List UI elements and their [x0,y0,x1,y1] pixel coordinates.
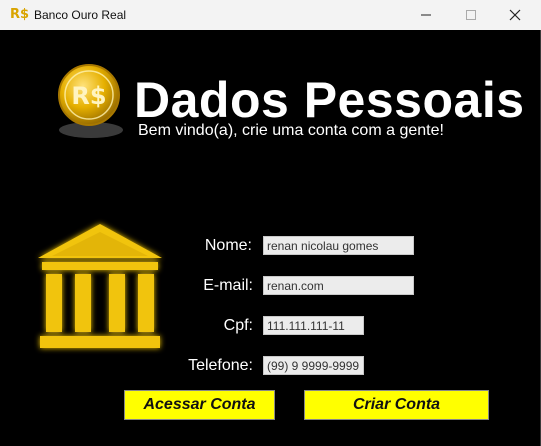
app-logo-icon: R$ [10,7,30,22]
minimize-button[interactable] [403,0,449,30]
window-title: Banco Ouro Real [34,8,127,22]
coin-logo-icon: R$ [58,64,123,138]
access-account-button[interactable]: Acessar Conta [124,390,275,420]
close-icon [509,9,521,21]
email-label: E-mail: [203,277,253,294]
cpf-label: Cpf: [223,317,253,334]
maximize-icon [466,10,476,20]
name-field[interactable] [263,236,414,255]
minimize-icon [421,14,431,16]
title-bar[interactable]: R$ Banco Ouro Real [0,0,541,30]
phone-field[interactable] [263,356,364,375]
email-field[interactable] [263,276,414,295]
bank-icon [38,224,162,348]
phone-label: Telefone: [188,357,253,374]
page-title: Dados Pessoais [134,72,525,128]
cpf-field[interactable] [263,316,364,335]
create-account-button[interactable]: Criar Conta [304,390,489,420]
close-button[interactable] [492,0,538,30]
app-window: R$ Banco Ouro Real R$ Dados Pessoais Bem… [0,0,541,446]
maximize-button[interactable] [448,0,494,30]
name-label: Nome: [204,237,252,254]
coin-text: R$ [71,82,106,110]
page-subtitle: Bem vindo(a), crie uma conta com a gente… [138,122,444,139]
